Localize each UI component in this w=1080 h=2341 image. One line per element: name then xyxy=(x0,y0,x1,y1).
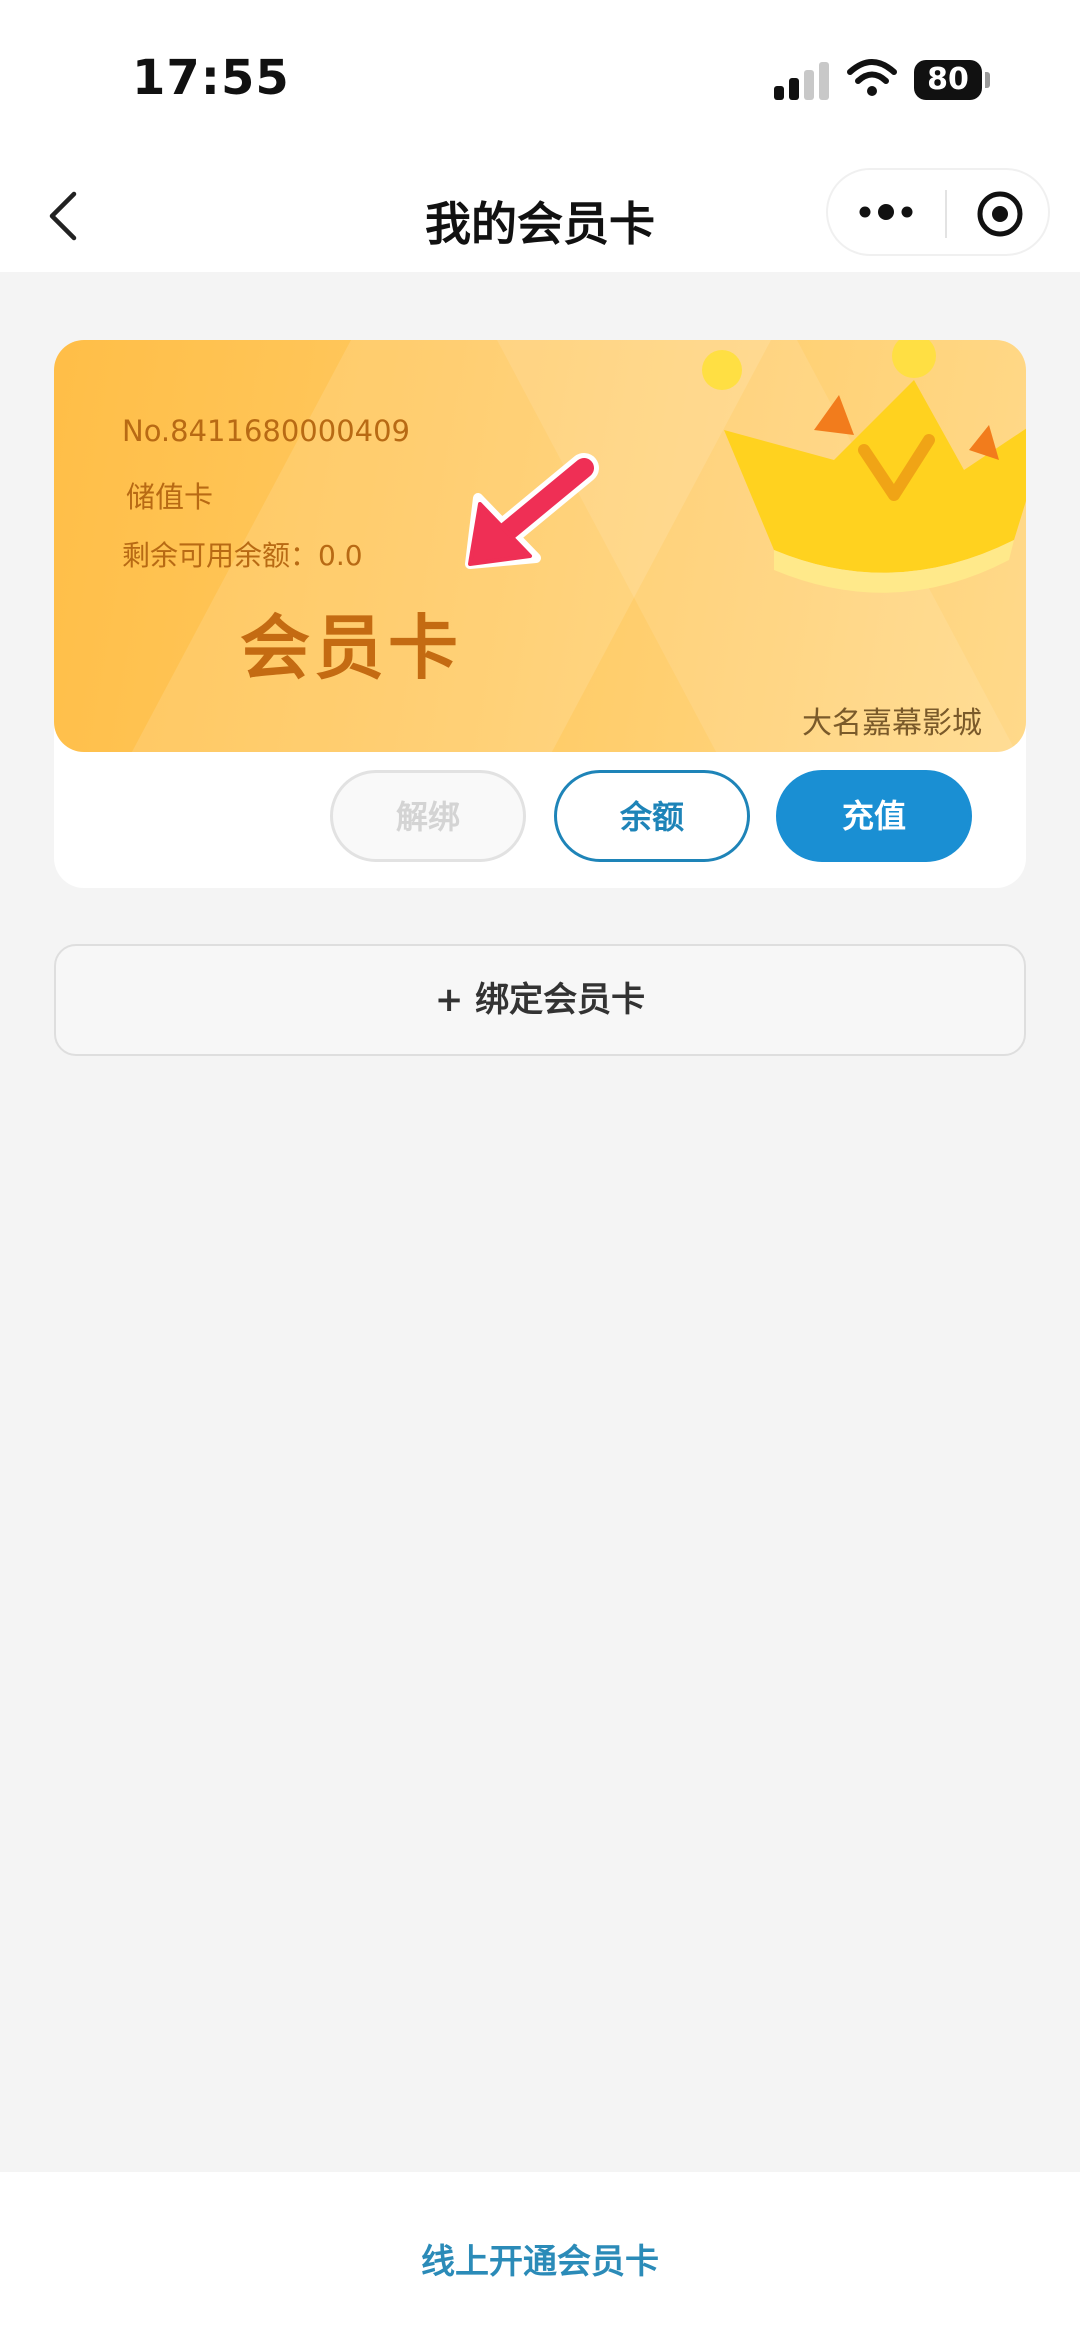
open-card-online-link[interactable]: 线上开通会员卡 xyxy=(0,2234,1080,2283)
status-time: 17:55 xyxy=(132,50,290,106)
annotation-arrow-icon xyxy=(465,453,599,569)
member-card: No.8411680000409 储值卡 剩余可用余额：0.0 会员卡 大名嘉幕… xyxy=(54,340,1026,888)
card-number: No.8411680000409 xyxy=(122,414,411,448)
recharge-button[interactable]: 充值 xyxy=(776,770,972,862)
card-type: 储值卡 xyxy=(126,480,214,514)
card-remaining-balance: 剩余可用余额：0.0 xyxy=(122,539,363,572)
status-bar: 17:55 80 xyxy=(0,0,1080,160)
member-card-face[interactable]: No.8411680000409 储值卡 剩余可用余额：0.0 会员卡 大名嘉幕… xyxy=(54,340,1026,752)
battery-indicator: 80 xyxy=(914,60,982,100)
card-name: 会员卡 xyxy=(240,607,462,689)
bind-member-card-button[interactable]: + 绑定会员卡 xyxy=(54,944,1026,1056)
wifi-icon xyxy=(847,59,897,96)
navigation-bar: 我的会员卡 xyxy=(0,160,1080,272)
unbind-button[interactable]: 解绑 xyxy=(330,770,526,862)
more-dots-icon[interactable] xyxy=(856,192,916,232)
miniprogram-capsule xyxy=(826,168,1050,256)
close-miniprogram-icon[interactable] xyxy=(976,190,1024,238)
battery-tip xyxy=(985,72,990,88)
cinema-name: 大名嘉幕影城 xyxy=(802,706,982,741)
bottom-bar: 线上开通会员卡 xyxy=(0,2172,1080,2341)
capsule-divider xyxy=(945,190,947,238)
balance-button[interactable]: 余额 xyxy=(554,770,750,862)
crown-icon xyxy=(702,340,1026,593)
cellular-signal-icon xyxy=(774,60,830,100)
